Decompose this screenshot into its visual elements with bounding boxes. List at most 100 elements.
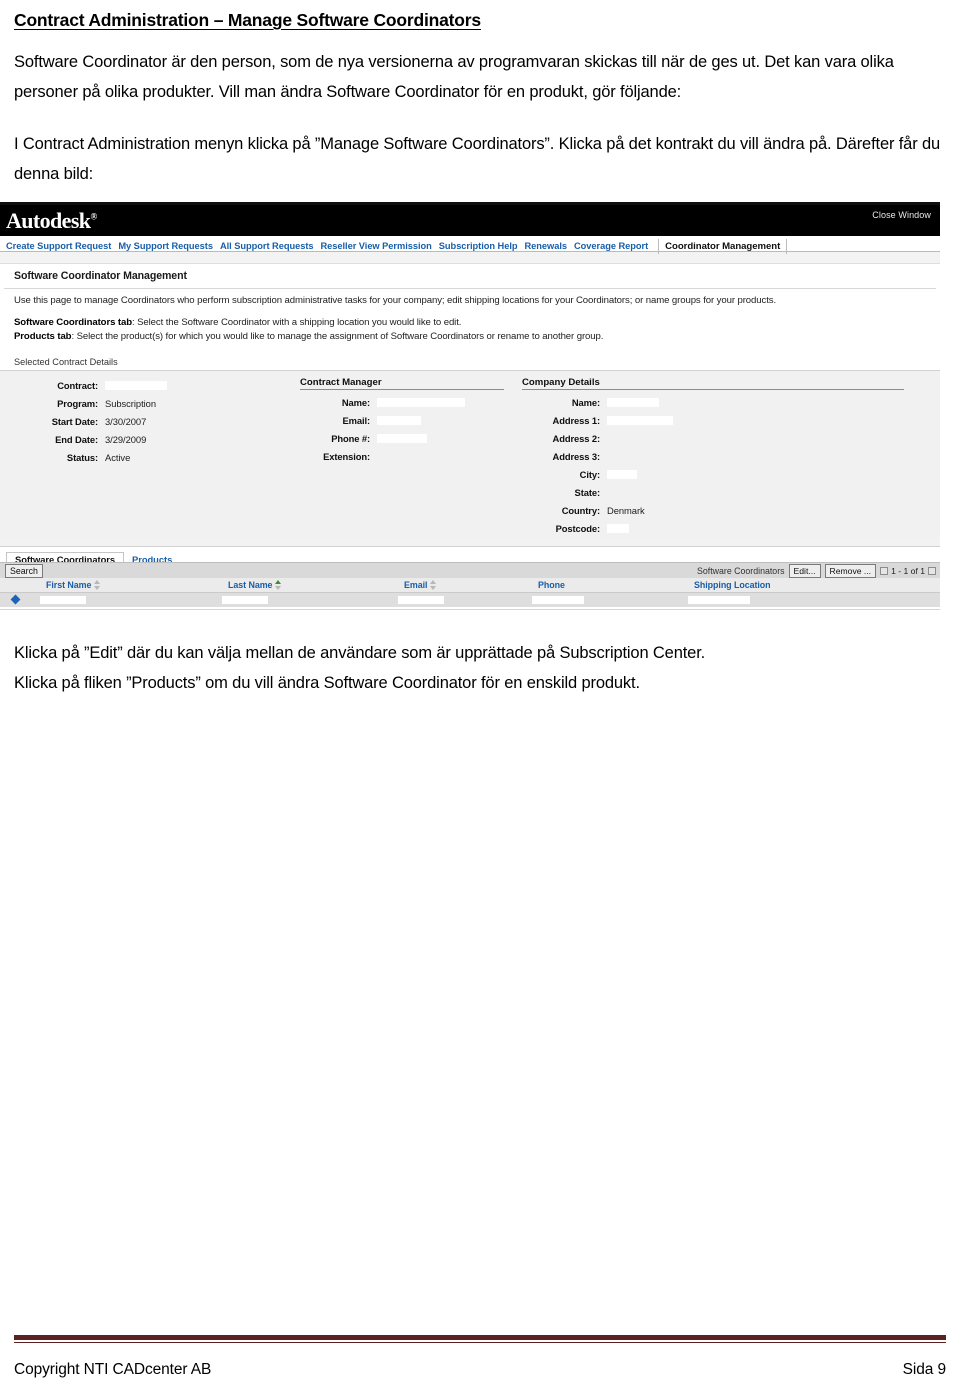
previous-page-icon[interactable] — [880, 566, 889, 575]
company-details-column: Company Details Name: Address 1: Address 2… — [522, 377, 922, 538]
company-field-value: Denmark — [607, 505, 645, 516]
contract-field-value: Active — [105, 452, 131, 463]
contract-manager-heading: Contract Manager — [300, 377, 504, 390]
contract-column: Contract: Program: Subscription Start Date:… — [0, 377, 300, 538]
sort-ascending-icon[interactable] — [275, 579, 282, 590]
row-selected-marker-icon — [10, 594, 21, 604]
manager-field-row: Name: — [300, 394, 522, 412]
contract-field-label: Program: — [57, 398, 98, 409]
company-field-row: Country: Denmark — [522, 502, 922, 520]
footer-copyright: Copyright NTI CADcenter AB — [14, 1361, 212, 1378]
company-detail-fields: Name: Address 1: Address 2: Address 3: City:… — [522, 394, 922, 538]
tab-description-label: Products tab — [14, 331, 72, 342]
intro-paragraph: Software Coordinator är den person, som … — [14, 53, 894, 101]
contract-field-redacted-value — [105, 381, 167, 390]
intro-text: Use this page to manage Coordinators who… — [14, 295, 777, 306]
content-tabs: Software Coordinators Products — [0, 545, 940, 566]
sort-toggle-icon[interactable] — [94, 579, 101, 590]
company-field-row: Address 2: — [522, 430, 922, 448]
contract-field-label: End Date: — [55, 434, 98, 445]
autodesk-logo: Autodesk® — [6, 208, 97, 234]
column-header-label: Email — [404, 579, 428, 590]
manager-field-redacted-value — [377, 434, 427, 443]
manager-field-row: Email: — [300, 412, 522, 430]
close-window-link[interactable]: Close Window — [872, 210, 931, 220]
page-intro-text: Use this page to manage Coordinators who… — [0, 289, 940, 312]
products-instruction-paragraph: Klicka på fliken ”Products” om du vill ä… — [14, 673, 640, 692]
company-field-label: Address 1: — [552, 415, 601, 426]
toolbar-actions: Software Coordinators Edit... Remove ...… — [697, 563, 936, 578]
manager-field-label: Phone #: — [331, 433, 370, 444]
edit-button[interactable]: Edit... — [788, 563, 821, 578]
manager-field-redacted-value — [377, 416, 421, 425]
nav-item-create-support-request[interactable]: Create Support Request — [6, 239, 118, 254]
remove-button[interactable]: Remove ... — [824, 563, 877, 578]
company-field-label: City: — [579, 469, 600, 480]
document-body-lower: Klicka på ”Edit” där du kan välja mellan… — [0, 610, 960, 698]
tab-description: Software Coordinators tab: Select the So… — [14, 316, 462, 328]
company-field-label: Name: — [571, 397, 600, 408]
table-header-row: First Name Last Name Email Phone Shipping Lo… — [0, 577, 940, 593]
column-header-shipping-location[interactable]: Shipping Location — [694, 580, 771, 590]
edit-instruction-paragraph: Klicka på ”Edit” där du kan välja mellan… — [14, 643, 706, 662]
company-details-heading: Company Details — [522, 377, 904, 390]
registered-trademark-icon: ® — [90, 211, 97, 222]
company-field-redacted-value — [607, 524, 629, 533]
document-page: Contract Administration – Manage Softwar… — [0, 0, 960, 1387]
column-header-phone[interactable]: Phone — [538, 580, 565, 590]
contract-field-label: Status: — [66, 452, 98, 463]
table-cell-redacted — [398, 595, 444, 604]
search-button[interactable]: Search — [5, 563, 43, 578]
sort-toggle-icon[interactable] — [430, 579, 437, 590]
nav-item-renewals[interactable]: Renewals — [524, 239, 574, 254]
contract-details-grid: Contract: Program: Subscription Start Date:… — [0, 370, 940, 538]
nav-item-subscription-help[interactable]: Subscription Help — [439, 239, 525, 254]
document-body: Contract Administration – Manage Softwar… — [0, 0, 960, 189]
page-footer: Copyright NTI CADcenter AB Sida 9 — [14, 1361, 946, 1379]
column-header-label: Phone — [538, 579, 565, 590]
company-field-label: Address 2: — [552, 433, 601, 444]
column-header-first-name[interactable]: First Name — [46, 579, 101, 590]
next-page-icon[interactable] — [928, 566, 936, 575]
tab-description: Products tab: Select the product(s) for … — [14, 331, 604, 342]
column-header-last-name[interactable]: Last Name — [228, 579, 282, 590]
page-title: Contract Administration – Manage Softwar… — [14, 10, 481, 30]
company-field-label: Country: — [561, 505, 600, 516]
table-cell-redacted — [532, 595, 584, 604]
toolbar-section-label: Software Coordinators — [697, 565, 785, 576]
manager-field-row: Phone #: — [300, 430, 522, 448]
contract-field-row: Contract: — [10, 377, 300, 395]
manager-field-row: Extension: — [300, 448, 522, 466]
nav-item-all-support-requests[interactable]: All Support Requests — [220, 239, 321, 254]
column-header-label: First Name — [46, 579, 92, 590]
company-field-label: Postcode: — [555, 523, 601, 534]
autodesk-header-bar: Autodesk® Close Window — [0, 205, 940, 236]
manager-field-label: Extension: — [323, 451, 370, 462]
footer-page-number: Sida 9 — [902, 1361, 946, 1378]
company-field-row: State: — [522, 484, 922, 502]
contract-field-value: 3/29/2009 — [105, 434, 147, 445]
selected-contract-details-panel: Contract: Program: Subscription Start Date:… — [0, 369, 940, 546]
screenshot-bottom-edge — [0, 606, 940, 610]
company-field-label: State: — [574, 487, 601, 498]
pagination: 1 - 1 of 1 — [880, 566, 936, 576]
autodesk-wordmark: Autodesk — [6, 208, 91, 233]
footer-divider — [14, 1335, 946, 1343]
primary-nav: Create Support Request My Support Request… — [0, 236, 940, 254]
nav-item-coverage-report[interactable]: Coverage Report — [574, 239, 655, 254]
table-row[interactable] — [0, 592, 940, 607]
column-header-label: Shipping Location — [694, 579, 771, 590]
nav-item-my-support-requests[interactable]: My Support Requests — [118, 239, 220, 254]
contract-manager-fields: Name: Email: Phone #: Extension: — [300, 394, 522, 466]
nav-item-coordinator-management[interactable]: Coordinator Management — [658, 239, 788, 254]
nav-item-reseller-view-permission[interactable]: Reseller View Permission — [320, 239, 438, 254]
instruction-paragraph: I Contract Administration menyn klicka p… — [14, 135, 941, 183]
pagination-label: 1 - 1 of 1 — [891, 565, 925, 576]
contract-field-value: 3/30/2007 — [105, 416, 147, 427]
manager-field-redacted-value — [377, 398, 465, 407]
tab-description-list: Software Coordinators tab: Select the So… — [0, 311, 940, 352]
company-field-redacted-value — [607, 470, 637, 479]
contract-field-label: Contract: — [57, 380, 98, 391]
column-header-email[interactable]: Email — [404, 579, 437, 590]
manager-field-label: Email: — [342, 415, 370, 426]
